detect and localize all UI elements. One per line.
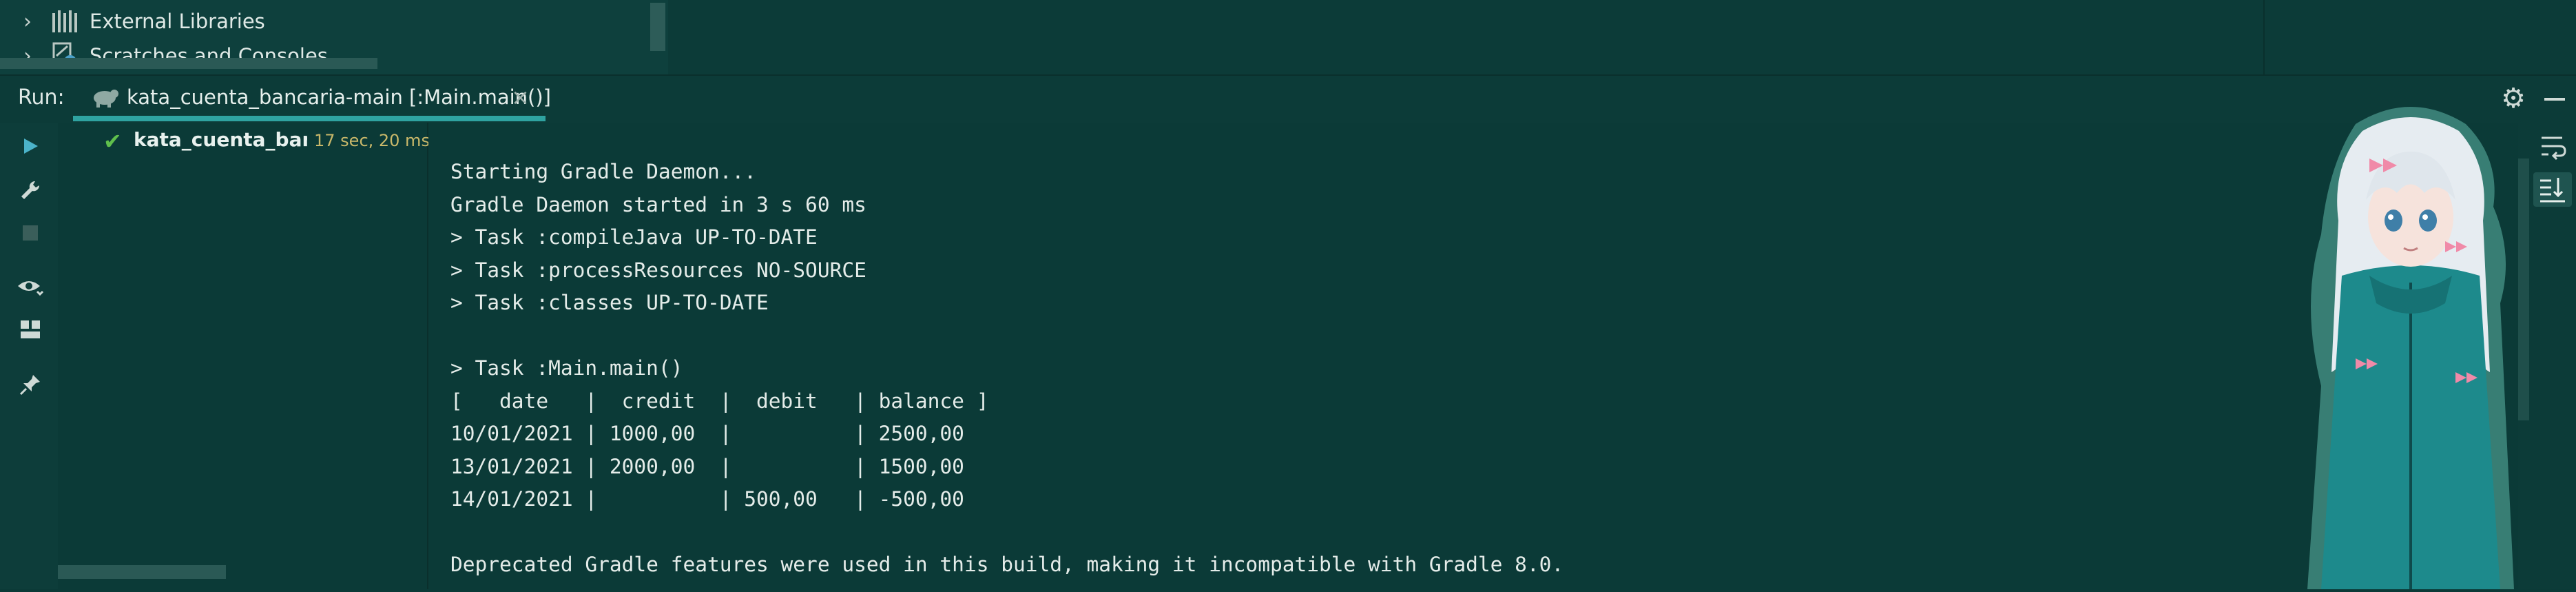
console-line: Gradle Daemon started in 3 s 60 ms	[450, 192, 866, 216]
console-line: > Task :compileJava UP-TO-DATE	[450, 225, 818, 249]
divider	[2263, 0, 2265, 74]
run-results-tree	[58, 123, 428, 589]
run-left-toolbar	[0, 123, 59, 589]
wrench-icon[interactable]	[14, 174, 47, 207]
console-line: > Task :processResources NO-SOURCE	[450, 258, 866, 282]
tree-item-external-libraries[interactable]: › External Libraries	[0, 4, 265, 39]
chevron-right-icon[interactable]: ›	[23, 10, 51, 34]
gradle-elephant-icon	[90, 87, 120, 108]
console-line: > Task :Main.main()	[450, 356, 683, 380]
scroll-to-end-icon[interactable]	[2533, 172, 2572, 207]
console-line: 10/01/2021 | 1000,00 | | 2500,00	[450, 422, 964, 445]
minimize-icon[interactable]	[2542, 83, 2569, 114]
console-text: Starting Gradle Daemon... Gradle Daemon s…	[450, 156, 1564, 582]
console-line: Deprecated Gradle features were used in …	[450, 553, 1564, 576]
console-vertical-scrollbar[interactable]	[2518, 159, 2529, 420]
libraries-icon	[51, 8, 80, 35]
tree-vertical-scrollbar[interactable]	[650, 3, 665, 51]
stop-icon[interactable]	[14, 216, 47, 249]
tree-item-label: External Libraries	[90, 10, 265, 33]
pin-icon[interactable]	[14, 368, 47, 401]
check-icon: ✔	[103, 128, 122, 154]
console-line: Starting Gradle Daemon...	[450, 160, 757, 183]
result-task-name[interactable]: kata_cuenta_bancaria-main	[134, 128, 307, 151]
eye-icon[interactable]	[14, 270, 47, 303]
tree-horizontal-scrollbar[interactable]	[0, 58, 377, 69]
console-line: 14/01/2021 | | 500,00 | -500,00	[450, 487, 964, 511]
console-line: > Task :classes UP-TO-DATE	[450, 291, 769, 314]
close-icon[interactable]: ×	[511, 84, 530, 110]
anime-character-image	[2294, 96, 2528, 589]
console-line: 13/01/2021 | 2000,00 | | 1500,00	[450, 454, 964, 478]
results-horizontal-scrollbar[interactable]	[58, 565, 226, 579]
run-tab-label: kata_cuenta_bancaria-main [:Main.main()]	[127, 85, 551, 109]
result-duration: 17 sec, 20 ms	[314, 131, 430, 150]
console-line: [ date | credit | debit | balance ]	[450, 389, 989, 413]
run-label: Run:	[18, 85, 65, 110]
soft-wrap-icon[interactable]	[2539, 132, 2568, 161]
active-tab-indicator	[73, 116, 546, 121]
layout-icon[interactable]	[14, 313, 47, 346]
rerun-icon[interactable]	[14, 130, 47, 163]
